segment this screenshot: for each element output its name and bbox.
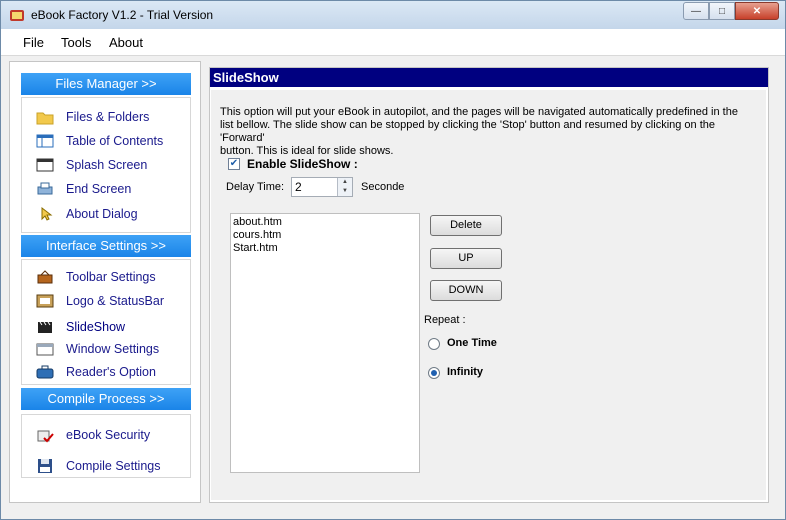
nav-ebook-security[interactable]: eBook Security bbox=[22, 425, 190, 445]
description-line: This option will put your eBook in autop… bbox=[220, 106, 738, 118]
delay-time-label: Delay Time: bbox=[226, 181, 285, 193]
pages-listbox[interactable]: about.htm cours.htm Start.htm bbox=[230, 213, 420, 473]
title-bar: eBook Factory V1.2 - Trial Version — □ ✕ bbox=[1, 1, 785, 29]
nav-label: Files & Folders bbox=[66, 110, 150, 124]
nav-label: End Screen bbox=[66, 182, 132, 196]
menu-tools[interactable]: Tools bbox=[61, 35, 91, 50]
repeat-infinity-label: Infinity bbox=[447, 366, 484, 378]
up-button[interactable]: UP bbox=[430, 248, 502, 269]
screen-icon bbox=[36, 158, 54, 172]
panel-body: This option will put your eBook in autop… bbox=[211, 90, 766, 500]
list-item[interactable]: Start.htm bbox=[233, 242, 417, 255]
delete-button[interactable]: Delete bbox=[430, 215, 502, 236]
nav-label: eBook Security bbox=[66, 428, 151, 442]
cursor-icon bbox=[41, 206, 53, 221]
panel-title: SlideShow bbox=[210, 68, 768, 87]
nav-slideshow[interactable]: SlideShow bbox=[22, 317, 190, 337]
nav-label: Table of Contents bbox=[66, 134, 164, 148]
nav-logo-statusbar[interactable]: Logo & StatusBar bbox=[22, 291, 190, 311]
delay-unit-label: Seconde bbox=[361, 181, 405, 193]
nav-splash-screen[interactable]: Splash Screen bbox=[22, 155, 190, 175]
nav-label: SlideShow bbox=[66, 320, 126, 334]
list-item[interactable]: cours.htm bbox=[233, 229, 417, 242]
window-title: eBook Factory V1.2 - Trial Version bbox=[31, 8, 214, 22]
delay-time-value: 2 bbox=[295, 180, 302, 194]
nav-end-screen[interactable]: End Screen bbox=[22, 179, 190, 199]
menu-bar: File Tools About bbox=[1, 29, 785, 56]
enable-slideshow-checkbox[interactable]: ✔ bbox=[228, 158, 240, 170]
delay-time-spinner[interactable]: 2 ▲ ▼ bbox=[291, 177, 353, 197]
printer-icon bbox=[37, 182, 53, 195]
enable-slideshow-label: Enable SlideShow : bbox=[247, 157, 358, 171]
nav-table-of-contents[interactable]: Table of Contents bbox=[22, 131, 190, 151]
compile-process-header[interactable]: Compile Process >> bbox=[21, 388, 191, 410]
nav-toolbar-settings[interactable]: Toolbar Settings bbox=[22, 267, 190, 287]
nav-readers-option[interactable]: Reader's Option bbox=[22, 362, 190, 382]
spin-down-icon[interactable]: ▼ bbox=[337, 187, 352, 196]
compile-process-section: eBook Security Compile Settings bbox=[21, 414, 191, 478]
nav-label: Splash Screen bbox=[66, 158, 148, 172]
files-manager-section: Files & Folders Table of Contents Splash… bbox=[21, 97, 191, 233]
folder-icon bbox=[36, 112, 54, 125]
toolbox-icon bbox=[37, 270, 53, 284]
repeat-one-time-label: One Time bbox=[447, 337, 497, 349]
repeat-label: Repeat : bbox=[424, 314, 466, 326]
nav-compile-settings[interactable]: Compile Settings bbox=[22, 456, 190, 476]
menu-about[interactable]: About bbox=[109, 35, 143, 50]
down-button[interactable]: DOWN bbox=[430, 280, 502, 301]
sidebar: Files Manager >> Files & Folders Table o… bbox=[9, 61, 201, 503]
repeat-infinity-radio[interactable] bbox=[428, 367, 440, 379]
nav-window-settings[interactable]: Window Settings bbox=[22, 339, 190, 359]
menu-file[interactable]: File bbox=[23, 35, 44, 50]
nav-about-dialog[interactable]: About Dialog bbox=[22, 204, 190, 224]
nav-label: Toolbar Settings bbox=[66, 270, 156, 284]
interface-settings-section: Toolbar Settings Logo & StatusBar SlideS… bbox=[21, 259, 191, 385]
nav-label: Logo & StatusBar bbox=[66, 294, 164, 308]
nav-label: Reader's Option bbox=[66, 365, 156, 379]
window-controls: — □ ✕ bbox=[683, 2, 779, 21]
repeat-one-time-radio[interactable] bbox=[428, 338, 440, 350]
app-window: eBook Factory V1.2 - Trial Version — □ ✕… bbox=[0, 0, 786, 520]
minimize-button[interactable]: — bbox=[683, 2, 709, 20]
list-item[interactable]: about.htm bbox=[233, 216, 417, 229]
interface-settings-header[interactable]: Interface Settings >> bbox=[21, 235, 191, 257]
clapperboard-icon bbox=[38, 321, 52, 333]
nav-label: Compile Settings bbox=[66, 459, 161, 473]
close-button[interactable]: ✕ bbox=[735, 2, 779, 20]
image-frame-icon bbox=[36, 294, 54, 308]
maximize-button[interactable]: □ bbox=[709, 2, 735, 20]
nav-files-folders[interactable]: Files & Folders bbox=[22, 107, 190, 127]
panel-description: This option will put your eBook in autop… bbox=[220, 106, 760, 158]
app-book-icon bbox=[10, 10, 24, 21]
description-line: list bellow. The slide show can be stopp… bbox=[220, 119, 716, 144]
nav-label: Window Settings bbox=[66, 342, 160, 356]
window-icon bbox=[36, 343, 54, 356]
nav-label: About Dialog bbox=[66, 207, 138, 221]
security-icon bbox=[37, 430, 54, 443]
floppy-disk-icon bbox=[38, 459, 52, 473]
slideshow-panel: SlideShow This option will put your eBoo… bbox=[209, 67, 769, 503]
files-manager-header[interactable]: Files Manager >> bbox=[21, 73, 191, 95]
table-icon bbox=[36, 134, 54, 148]
briefcase-icon bbox=[36, 365, 54, 379]
